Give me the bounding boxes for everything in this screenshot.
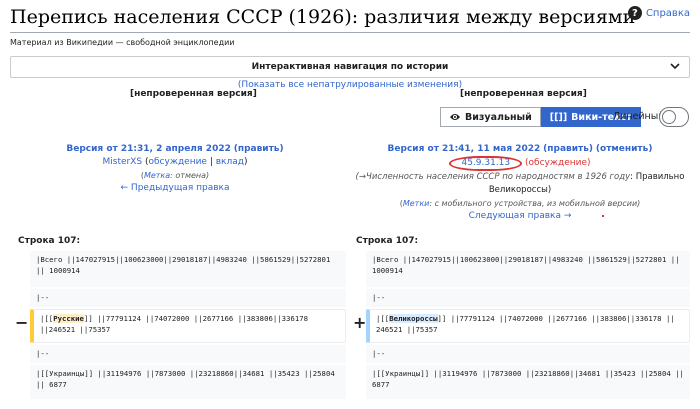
show-all-unpatrolled-link[interactable]: (Показать все непатрулированные изменени… [0,80,700,90]
deleted-word: Русские [53,314,84,323]
new-line-number: Строка 107: [356,236,419,246]
new-context-line: |-- [366,289,690,307]
left-unverified-label: [непроверенная версия] [130,89,257,99]
linear-toggle-label: Линейный [613,111,665,122]
page-subtitle: Материал из Википедии — свободной энцикл… [10,38,235,47]
annotation-dot [602,215,604,217]
deleted-line-prefix: |[[ [40,314,54,323]
added-line: |[[Великороссы]] ||77791124 ||74072000 |… [366,309,690,343]
help-icon: ? [627,6,642,20]
user-ip-annotation-circle: 45.9.31.13 [449,156,523,171]
previous-edit-link[interactable]: ← Предыдущая правка [121,183,230,193]
help-link[interactable]: ? Справка [627,6,690,20]
new-revision-header: Версия от 21:41, 11 мая 2022 (править) (… [350,143,690,223]
old-version-link[interactable]: Версия от 21:31, 2 апреля 2022 [66,144,230,154]
wikitext-icon: [[]] [549,111,568,123]
paren-close: ) [243,157,248,167]
undo-link[interactable]: (отменить) [596,144,653,154]
title-divider [10,32,690,33]
linear-toggle[interactable] [659,107,689,127]
new-context-line: |[[Украинцы]] ||31194976 ||7873000 ||232… [366,365,690,399]
chevron-down-icon [670,63,680,70]
new-tags-link[interactable]: Метки [403,199,430,208]
plus-marker: + [353,313,367,332]
new-tags-value: : с мобильного устройства, из мобильной … [429,199,641,208]
old-context-line: |[[Украинцы]] ||31194976 ||7873000 ||232… [30,365,346,399]
visual-diff-button[interactable]: Визуальный [440,107,541,127]
minus-marker: − [15,313,29,332]
added-line-prefix: |[[ [376,314,390,323]
right-unverified-label: [непроверенная версия] [460,89,587,99]
toggle-knob [662,110,676,124]
help-label: Справка [645,7,690,19]
old-edit-link[interactable]: (править) [234,144,284,154]
old-context-line: |Всего ||147027915||100623000||29018187|… [30,251,346,287]
history-navigation-label: Интерактивная навигация по истории [251,62,449,72]
page-title: Перепись населения СССР (1926): различия… [10,6,636,28]
history-navigation-bar[interactable]: Интерактивная навигация по истории [10,56,690,78]
new-edit-link[interactable]: (править) [543,144,593,154]
old-tag-value: : отмена) [170,171,210,180]
old-context-line: |-- [30,345,346,363]
old-revision-header: Версия от 21:31, 2 апреля 2022 (править)… [66,144,284,193]
new-talk-link[interactable]: (обсуждение) [525,158,591,168]
new-context-line: |Всего ||147027915||100623000||29018187|… [366,251,690,287]
new-context-line: |-- [366,345,690,363]
edit-summary-section[interactable]: Численность населения СССР по народностя… [366,172,630,182]
old-user-link[interactable]: MisterXS [103,157,143,167]
added-word: Великороссы [389,314,438,323]
next-edit-link[interactable]: Следующая правка → [469,211,572,221]
old-contrib-link[interactable]: вклад [216,157,244,167]
old-line-number: Строка 107: [18,236,81,246]
old-context-line: |-- [30,289,346,307]
diff-view-toolbar: Визуальный [[]] Вики-текст [440,107,641,127]
old-tag-link[interactable]: Метка [144,171,170,180]
new-version-link[interactable]: Версия от 21:41, 11 мая 2022 [388,144,541,154]
summary-arrow: (→ [355,172,366,182]
visual-diff-label: Визуальный [465,111,532,123]
old-talk-link[interactable]: обсуждение [149,157,207,167]
deleted-line: |[[Русские]] ||77791124 ||74072000 ||267… [30,309,346,343]
eye-icon [450,114,460,120]
new-user-ip-link[interactable]: 45.9.31.13 [461,158,510,168]
